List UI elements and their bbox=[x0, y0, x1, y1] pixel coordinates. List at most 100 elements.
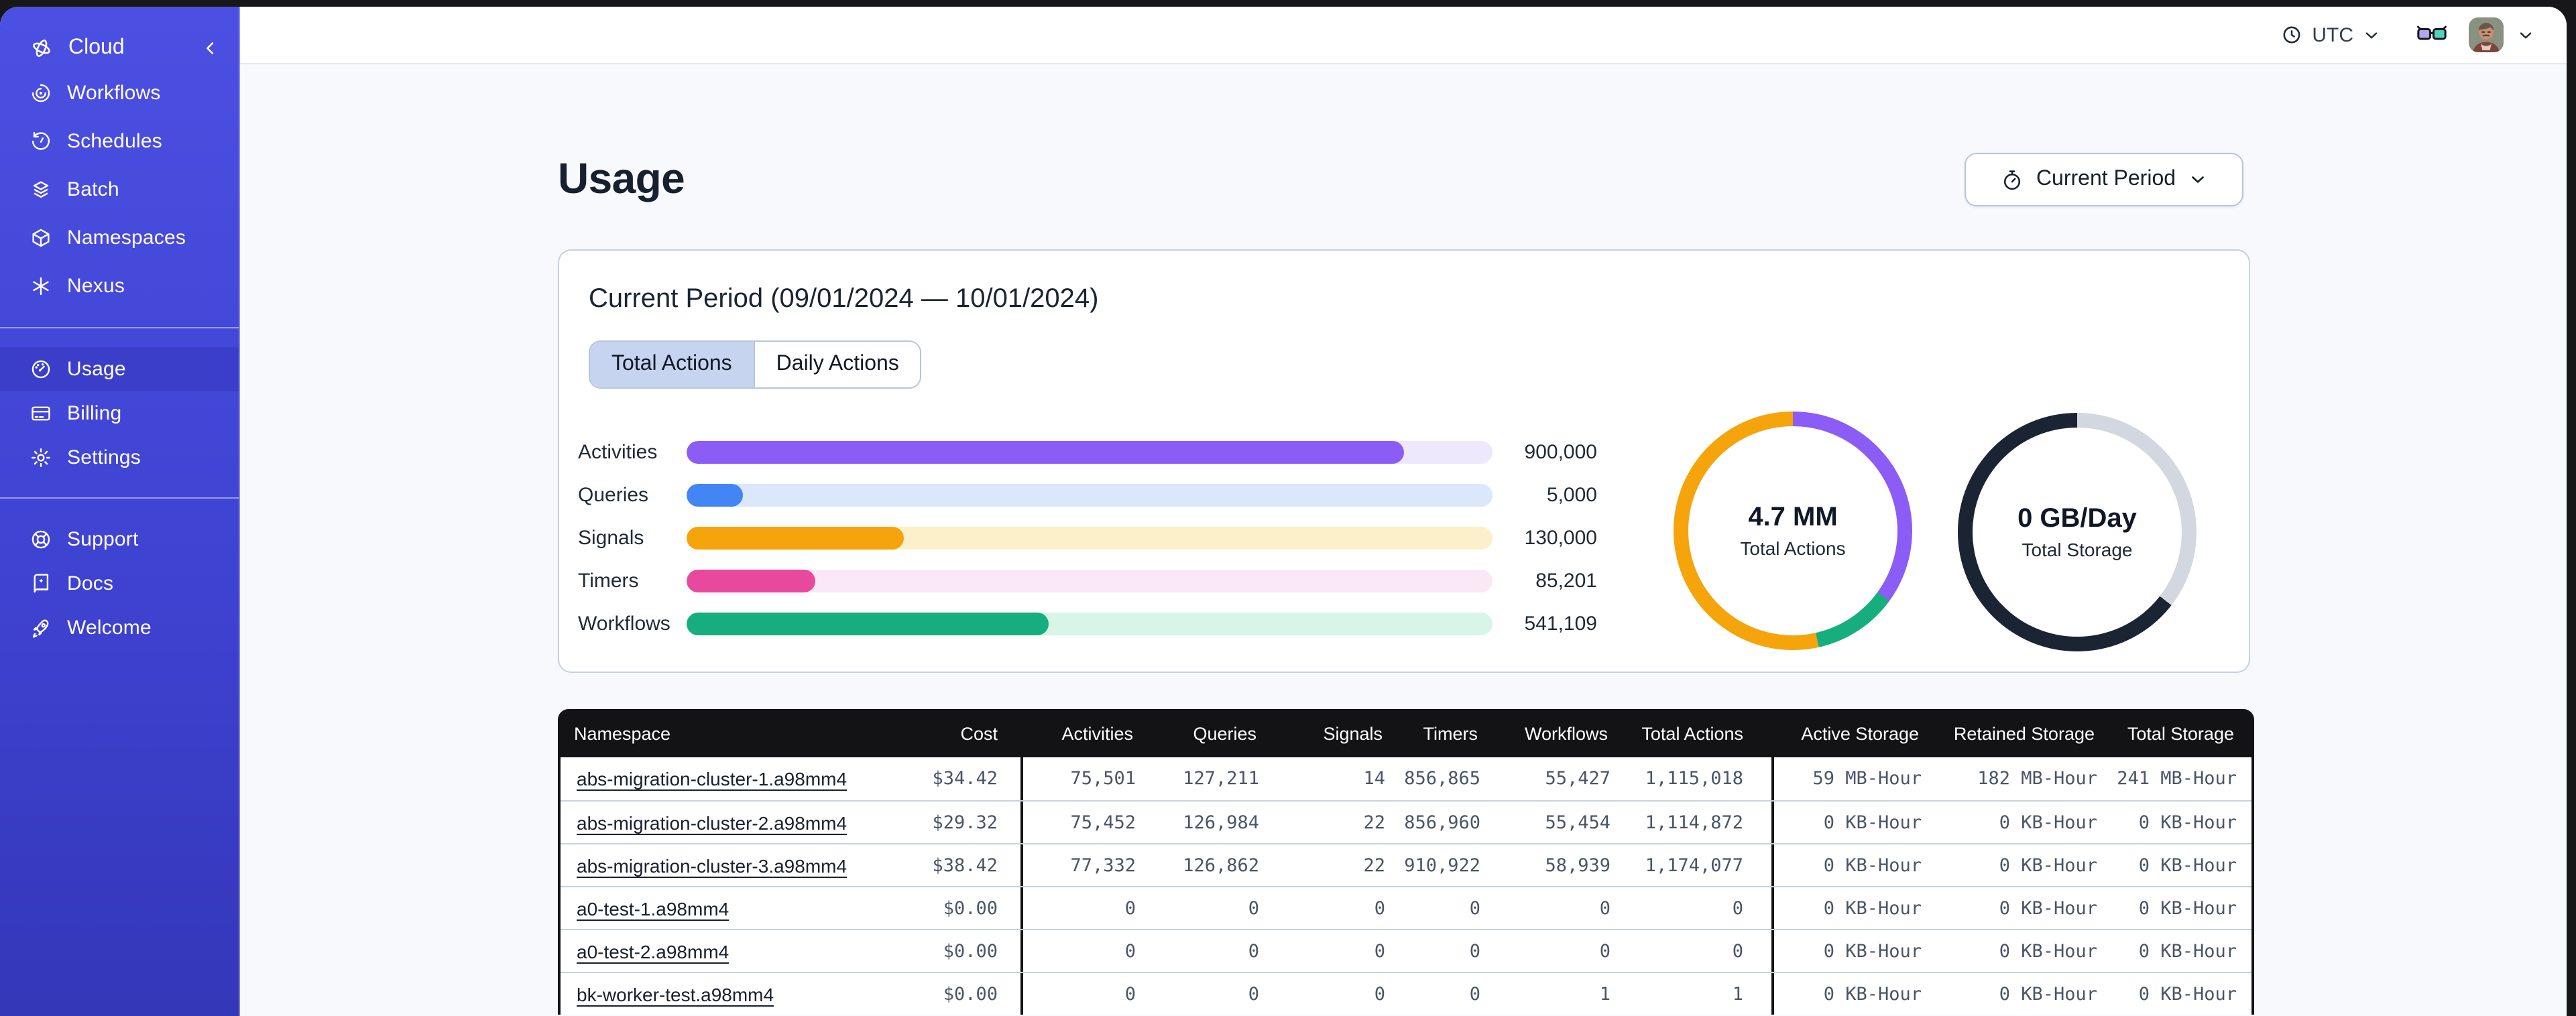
table-cell: 0 KB-Hour bbox=[2138, 897, 2237, 919]
sidebar-item-namespaces[interactable]: Namespaces bbox=[0, 213, 239, 261]
bar-value: 5,000 bbox=[1546, 483, 1597, 506]
table-cell: 0 KB-Hour bbox=[2138, 812, 2237, 833]
namespace-cell: abs-migration-cluster-2.a98mm4 bbox=[561, 812, 872, 833]
table-cell: 0 bbox=[1124, 983, 1136, 1005]
table-cell: 0 bbox=[1374, 897, 1385, 919]
sidebar-item-welcome[interactable]: Welcome bbox=[0, 606, 239, 650]
sidebar-collapse-icon[interactable] bbox=[201, 39, 220, 58]
table-cell: 0 bbox=[1615, 930, 1774, 972]
table-cell: 0 bbox=[1469, 983, 1480, 1005]
topbar: UTC bbox=[240, 7, 2567, 64]
table-cell: $38.42 bbox=[872, 844, 1023, 886]
chevron-down-icon bbox=[2363, 26, 2380, 44]
table-cell: 0 bbox=[1599, 940, 1611, 962]
table-cell: 0 KB-Hour bbox=[1999, 983, 2097, 1005]
table-cell: 0 KB-Hour bbox=[1823, 940, 1922, 962]
current-period-card: Current Period (09/01/2024 — 10/01/2024)… bbox=[558, 249, 2250, 673]
table-cell: 0 bbox=[1469, 897, 1480, 919]
sidebar-item-label: Namespaces bbox=[67, 226, 186, 249]
billing-card-icon bbox=[30, 402, 52, 425]
sidebar-item-label: Welcome bbox=[67, 617, 152, 639]
bar-label: Timers bbox=[578, 569, 639, 592]
sidebar-nav-account: Usage Billing Settings bbox=[0, 347, 239, 480]
brand-label: Cloud bbox=[68, 36, 125, 59]
avatar[interactable] bbox=[2469, 17, 2504, 52]
sidebar-item-workflows[interactable]: Workflows bbox=[0, 68, 239, 117]
bar-track bbox=[687, 612, 1492, 635]
table-cell: 0 bbox=[1374, 940, 1385, 962]
sidebar-item-label: Batch bbox=[67, 178, 119, 200]
tab-daily-actions[interactable]: Daily Actions bbox=[754, 342, 921, 387]
sidebar-item-support[interactable]: Support bbox=[0, 517, 239, 562]
period-selector-label: Current Period bbox=[2036, 168, 2176, 190]
table-cell: $34.42 bbox=[872, 757, 1023, 800]
table-cell: 58,939 bbox=[1545, 854, 1611, 876]
account-menu-chevron-icon[interactable] bbox=[2517, 26, 2534, 44]
table-cell: 22 bbox=[1363, 812, 1385, 833]
table-cell: 1 bbox=[1615, 973, 1774, 1015]
table-cell: 55,454 bbox=[1545, 812, 1611, 833]
table-cell: 0 KB-Hour bbox=[1823, 983, 1922, 1005]
table-row: a0-test-2.a98mm4 $0.00 0 0 0 0 0 0 0 KB-Hour 0 KB… bbox=[561, 929, 2251, 972]
column-header: Total Storage bbox=[2127, 723, 2234, 743]
sidebar-item-usage[interactable]: Usage bbox=[0, 347, 239, 391]
namespace-link[interactable]: a0-test-2.a98mm4 bbox=[577, 940, 729, 962]
docs-book-icon bbox=[30, 572, 52, 595]
column-header: Signals bbox=[1323, 723, 1383, 743]
table-cell: 182 MB-Hour bbox=[1977, 768, 2097, 789]
labs-glasses-icon[interactable] bbox=[2416, 24, 2447, 46]
namespaces-cube-icon bbox=[30, 226, 52, 249]
table-cell: 0 KB-Hour bbox=[2138, 983, 2237, 1005]
content-column: UTC Usage Current Period Current Period … bbox=[240, 7, 2567, 1016]
workflows-icon bbox=[30, 81, 52, 104]
actions-tab-group: Total Actions Daily Actions bbox=[589, 340, 922, 389]
table-cell: 55,427 bbox=[1545, 768, 1611, 789]
bar-track bbox=[687, 440, 1492, 463]
sidebar-item-nexus[interactable]: Nexus bbox=[0, 261, 239, 310]
sidebar-item-billing[interactable]: Billing bbox=[0, 391, 239, 436]
namespace-cell: abs-migration-cluster-3.a98mm4 bbox=[561, 854, 872, 876]
namespace-link[interactable]: bk-worker-test.a98mm4 bbox=[577, 983, 774, 1005]
sidebar-nav-primary: Workflows Schedules Batch Namespaces Nex… bbox=[0, 68, 239, 310]
bar-row-workflows: Workflows 541,109 bbox=[559, 602, 1645, 645]
sidebar-brand[interactable]: Cloud bbox=[0, 28, 239, 68]
namespace-link[interactable]: abs-migration-cluster-2.a98mm4 bbox=[577, 812, 847, 833]
table-cell: 14 bbox=[1363, 768, 1385, 789]
table-row: a0-test-1.a98mm4 $0.00 0 0 0 0 0 0 0 KB-Hour 0 KB… bbox=[561, 886, 2251, 929]
column-header: Retained Storage bbox=[1953, 723, 2095, 743]
table-body: abs-migration-cluster-1.a98mm4 $34.42 75,5… bbox=[558, 757, 2254, 1015]
namespace-link[interactable]: abs-migration-cluster-1.a98mm4 bbox=[577, 768, 847, 789]
bar-label: Queries bbox=[578, 483, 649, 506]
table-cell: 1 bbox=[1599, 983, 1611, 1005]
sidebar-divider bbox=[0, 327, 239, 328]
table-cell: 0 KB-Hour bbox=[1999, 854, 2097, 876]
bar-label: Activities bbox=[578, 440, 658, 463]
sidebar-item-label: Nexus bbox=[67, 274, 125, 297]
table-cell: 0 bbox=[1374, 983, 1385, 1005]
table-cell: 0 bbox=[1599, 897, 1611, 919]
table-cell: 0 KB-Hour bbox=[1999, 812, 2097, 833]
sidebar-item-docs[interactable]: Docs bbox=[0, 562, 239, 606]
bar-row-signals: Signals 130,000 bbox=[559, 516, 1645, 559]
sidebar-item-schedules[interactable]: Schedules bbox=[0, 117, 239, 165]
bar-value: 85,201 bbox=[1535, 569, 1597, 592]
table-cell: 0 bbox=[1248, 940, 1259, 962]
sidebar-item-batch[interactable]: Batch bbox=[0, 165, 239, 213]
timezone-selector[interactable]: UTC bbox=[2281, 23, 2380, 46]
column-header: Activities bbox=[1061, 723, 1133, 743]
card-title: Current Period (09/01/2024 — 10/01/2024) bbox=[589, 284, 1099, 314]
namespace-cell: bk-worker-test.a98mm4 bbox=[561, 983, 872, 1005]
table-cell: 77,332 bbox=[1070, 854, 1136, 876]
usage-page: Usage Current Period Current Period (09/… bbox=[240, 64, 2567, 1016]
chevron-down-icon bbox=[2188, 170, 2207, 189]
table-cell: 0 KB-Hour bbox=[1823, 812, 1922, 833]
namespace-link[interactable]: a0-test-1.a98mm4 bbox=[577, 897, 729, 919]
sidebar-item-settings[interactable]: Settings bbox=[0, 436, 239, 480]
sidebar-item-label: Support bbox=[67, 528, 139, 551]
column-header: Namespace bbox=[574, 723, 671, 743]
namespace-link[interactable]: abs-migration-cluster-3.a98mm4 bbox=[577, 854, 847, 876]
period-selector-button[interactable]: Current Period bbox=[1965, 153, 2243, 206]
table-row: abs-migration-cluster-1.a98mm4 $34.42 75,5… bbox=[561, 757, 2251, 800]
tab-total-actions[interactable]: Total Actions bbox=[590, 342, 755, 387]
stopwatch-icon bbox=[2001, 168, 2024, 191]
